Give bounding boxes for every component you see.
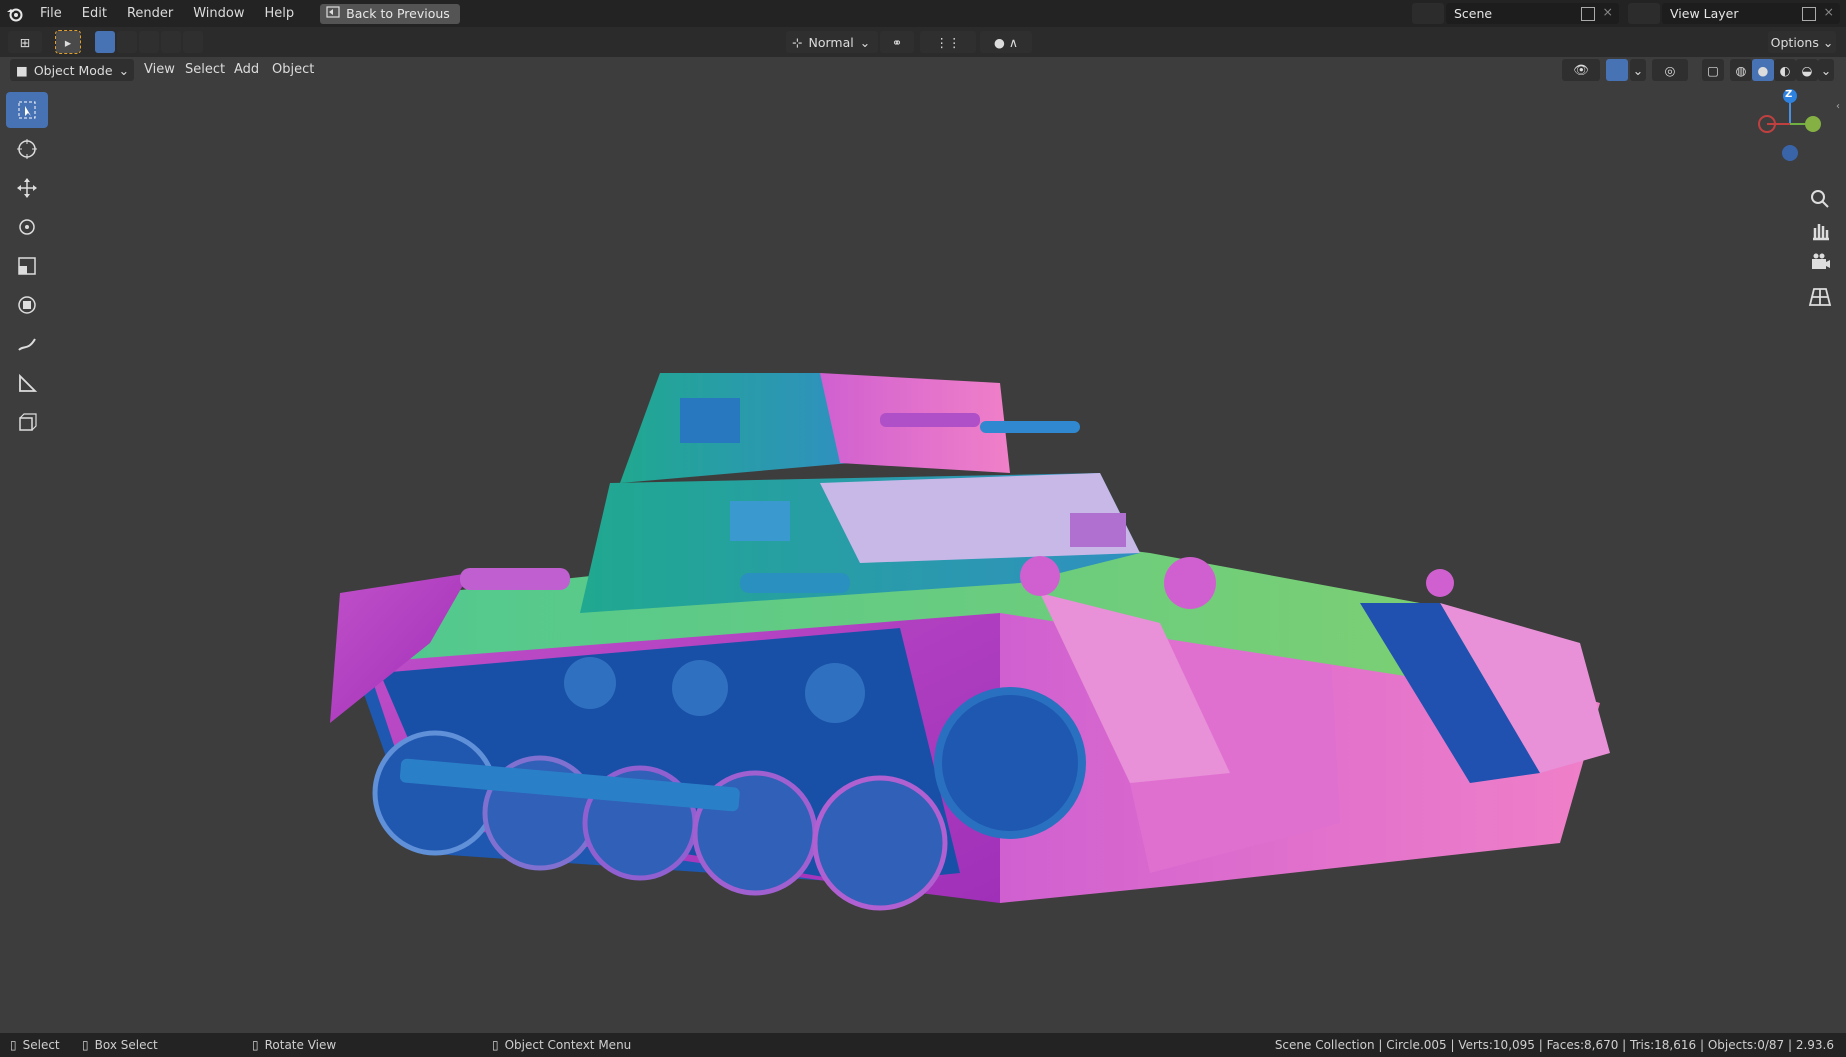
status-bar: ▯ Select ▯ Box Select ▯ Rotate View ▯ Ob… [0,1033,1846,1057]
view-layer-label: View Layer [1670,6,1739,21]
mouse-left-icon: ▯ [10,1038,17,1052]
pivot-icon[interactable]: ⚭ [880,31,914,53]
select-subtract-icon[interactable] [139,31,159,53]
xray-icon[interactable]: ▢ [1702,59,1724,81]
proportional-edit-icon[interactable]: ● ∧ [980,31,1032,53]
status-context-label: Object Context Menu [504,1038,632,1052]
rendered-shading-icon[interactable]: ◒ [1796,59,1818,81]
chevron-down-icon: ⌄ [859,34,871,50]
visibility-icon[interactable]: 👁 [1562,59,1600,81]
select-invert-icon[interactable] [161,31,181,53]
menu-edit[interactable]: Edit [72,0,117,27]
view-layer-field[interactable]: View Layer × [1662,3,1840,24]
snap-icon[interactable]: ⋮⋮ [920,31,976,53]
navigation-gizmo[interactable]: Z [1750,89,1840,169]
scene-field[interactable]: Scene × [1446,3,1619,24]
orientation-label: Normal [808,34,854,50]
tank-model [330,373,1610,911]
gizmo-z-label: Z [1785,89,1793,100]
menu-object[interactable]: Object [262,57,324,83]
orientation-icon: ⊹ [792,34,803,50]
status-context: ▯ Object Context Menu [492,1038,631,1052]
select-intersect-icon[interactable] [183,31,203,53]
mouse-right-icon: ▯ [492,1038,499,1052]
menu-file[interactable]: File [30,0,72,27]
blender-logo-icon[interactable] [0,0,30,27]
scene-label: Scene [1454,6,1493,21]
view-layer-icon[interactable] [1628,3,1660,24]
options-label: Options [1770,34,1819,50]
new-layer-icon[interactable] [1802,7,1816,21]
options-dropdown[interactable]: Options ⌄ [1768,31,1836,53]
mouse-middle-icon: ▯ [252,1038,259,1052]
chevron-down-icon: ⌄ [118,62,130,78]
wireframe-shading-icon[interactable]: ◍ [1730,59,1752,81]
select-mode-icon[interactable]: ▸ [55,30,81,54]
mode-dropdown[interactable]: ■ Object Mode ⌄ [10,59,134,81]
chevron-down-icon[interactable]: ⌄ [1818,59,1834,81]
new-scene-icon[interactable] [1581,7,1595,21]
mode-label: Object Mode [33,62,113,78]
grid-icon[interactable] [1808,285,1832,313]
overlay-icon[interactable]: ◎ [1652,59,1688,81]
status-box-select-label: Box Select [94,1038,158,1052]
menu-help[interactable]: Help [255,0,305,27]
top-menu-bar: File Edit Render Window Help Back to Pre… [0,0,1846,27]
object-mode-icon: ■ [16,62,28,78]
back-to-previous-button[interactable]: Back to Previous [320,3,460,24]
viewport-header: ■ Object Mode ⌄ View Select Add Object 👁… [0,57,1846,83]
collapse-chevron-icon[interactable]: ‹ [1836,101,1840,112]
close-scene-icon[interactable]: × [1603,4,1613,19]
status-rotate-label: Rotate View [264,1038,337,1052]
tool-settings-bar: ⊞ ▸ ⊹ Normal ⌄ ⚭ ⋮⋮ ● ∧ Options ⌄ [0,27,1846,57]
editor-type-icon[interactable]: ⊞ [8,31,42,53]
scene-type-icon[interactable] [1412,3,1444,24]
orientation-dropdown[interactable]: ⊹ Normal ⌄ [786,31,878,53]
zoom-icon[interactable] [1808,187,1832,215]
camera-icon[interactable] [1808,251,1832,279]
chevron-down-icon[interactable]: ⌄ [1630,59,1646,81]
status-select-label: Select [22,1038,60,1052]
select-extend-icon[interactable] [117,31,137,53]
back-button-label: Back to Previous [346,6,450,21]
menu-render[interactable]: Render [117,0,183,27]
status-rotate: ▯ Rotate View [252,1038,336,1052]
select-new-icon[interactable] [95,31,115,53]
back-icon [326,6,340,21]
mouse-drag-icon: ▯ [82,1038,89,1052]
status-box-select: ▯ Box Select [82,1038,158,1052]
status-select: ▯ Select [10,1038,60,1052]
3d-viewport[interactable]: Z ‹ [0,83,1846,1033]
hand-icon[interactable] [1808,219,1832,247]
chevron-down-icon: ⌄ [1822,34,1834,50]
material-shading-icon[interactable]: ◐ [1774,59,1796,81]
gizmo-toggle-icon[interactable] [1606,59,1628,81]
solid-shading-icon[interactable]: ● [1752,59,1774,81]
menu-window[interactable]: Window [183,0,254,27]
scene-stats: Scene Collection | Circle.005 | Verts:10… [1274,1038,1834,1052]
close-layer-icon[interactable]: × [1824,4,1834,19]
